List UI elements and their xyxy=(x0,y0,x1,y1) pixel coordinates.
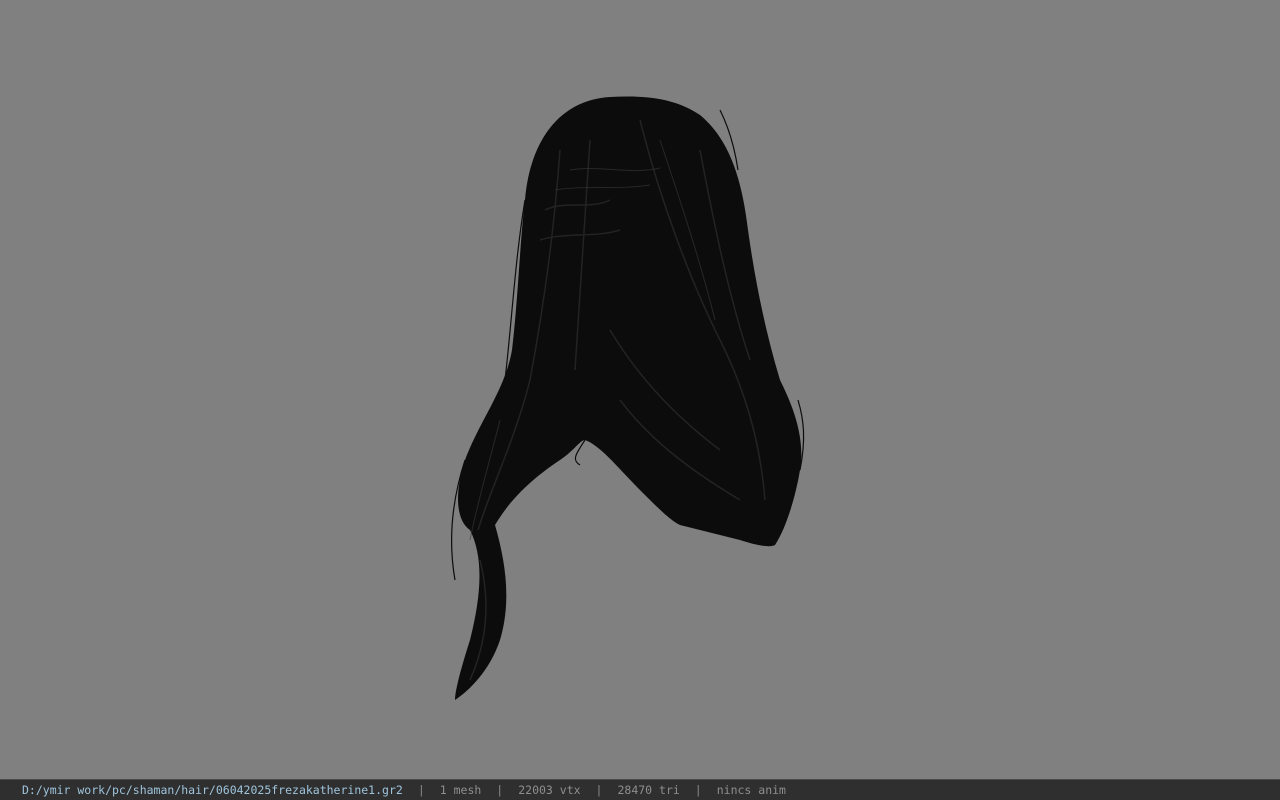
status-anim: nincs anim xyxy=(716,783,786,797)
status-file-path: D:/ymir work/pc/shaman/hair/06042025frez… xyxy=(22,783,403,797)
status-vertex-count: 22003 vtx xyxy=(518,783,581,797)
status-triangle-count: 28470 tri xyxy=(617,783,680,797)
hair-model-render xyxy=(450,96,805,701)
status-separator: | xyxy=(694,783,702,797)
status-bar: D:/ymir work/pc/shaman/hair/06042025frez… xyxy=(0,779,1280,800)
status-separator: | xyxy=(595,783,603,797)
status-separator: | xyxy=(496,783,504,797)
status-separator: | xyxy=(417,783,425,797)
status-mesh-count: 1 mesh xyxy=(439,783,482,797)
3d-viewport[interactable] xyxy=(0,0,1280,779)
